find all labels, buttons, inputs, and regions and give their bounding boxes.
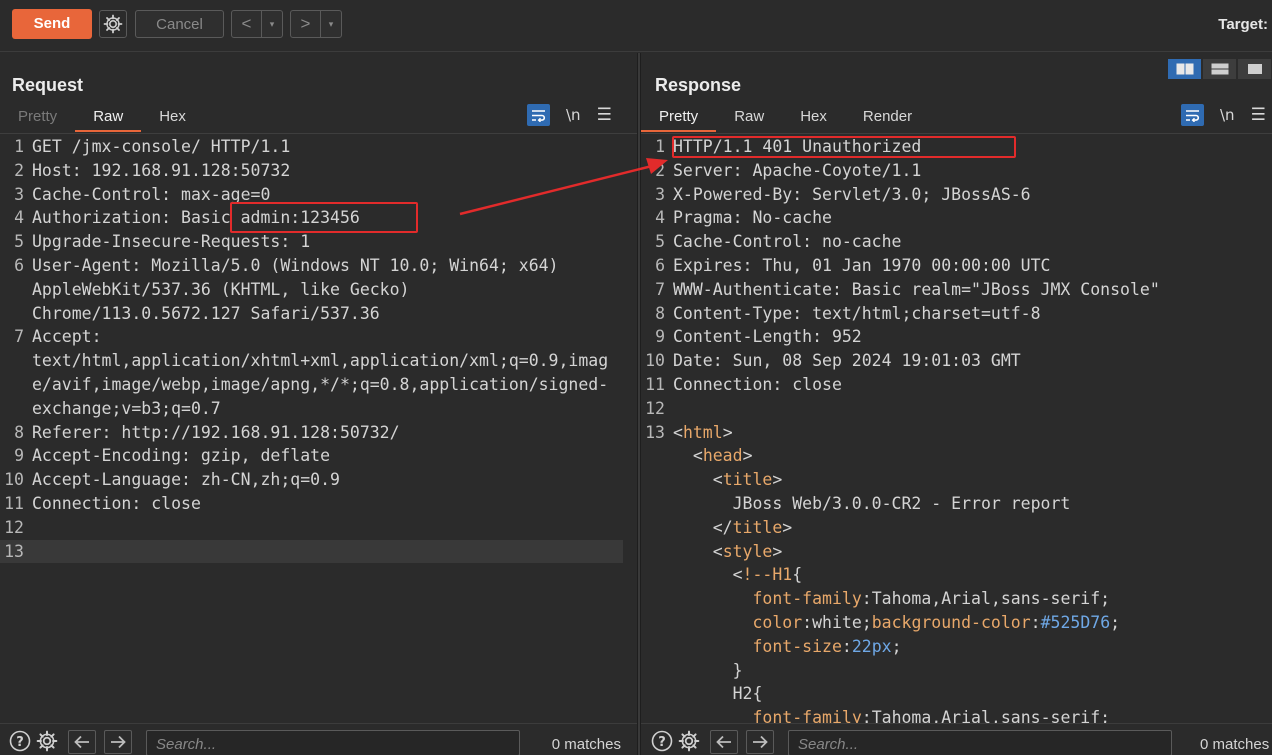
annotation-arrow: [459, 158, 668, 216]
